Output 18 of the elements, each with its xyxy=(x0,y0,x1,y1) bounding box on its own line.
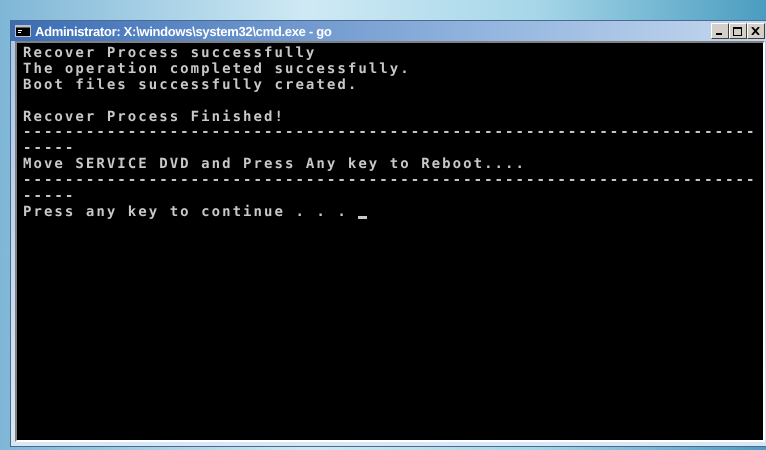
console-text: Boot files successfully created. xyxy=(23,78,358,94)
console-text: The operation completed successfully. xyxy=(23,62,411,78)
close-button[interactable] xyxy=(746,23,765,39)
console-text: ---------------------------------------------------------------------- xyxy=(23,173,757,190)
console-prompt: Press any key to continue . . . xyxy=(23,204,349,221)
console-text: Recover Process successfully xyxy=(23,46,316,62)
text-cursor xyxy=(358,216,368,219)
window-title: Administrator: X:\windows\system32\cmd.exe - go xyxy=(35,24,333,38)
console-text: ---------------------------------------------------------------------- xyxy=(23,125,757,142)
maximize-button[interactable] xyxy=(728,23,747,39)
console-text: Move SERVICE DVD and Press Any key to Reboot.... xyxy=(23,157,526,174)
console-text: ----- xyxy=(23,189,76,205)
maximize-icon xyxy=(733,26,742,36)
console-text: Recover Process Finished! xyxy=(23,110,285,126)
minimize-button[interactable] xyxy=(710,23,729,39)
console-text: ----- xyxy=(23,141,76,158)
console-icon xyxy=(15,25,31,37)
close-icon xyxy=(751,27,760,35)
